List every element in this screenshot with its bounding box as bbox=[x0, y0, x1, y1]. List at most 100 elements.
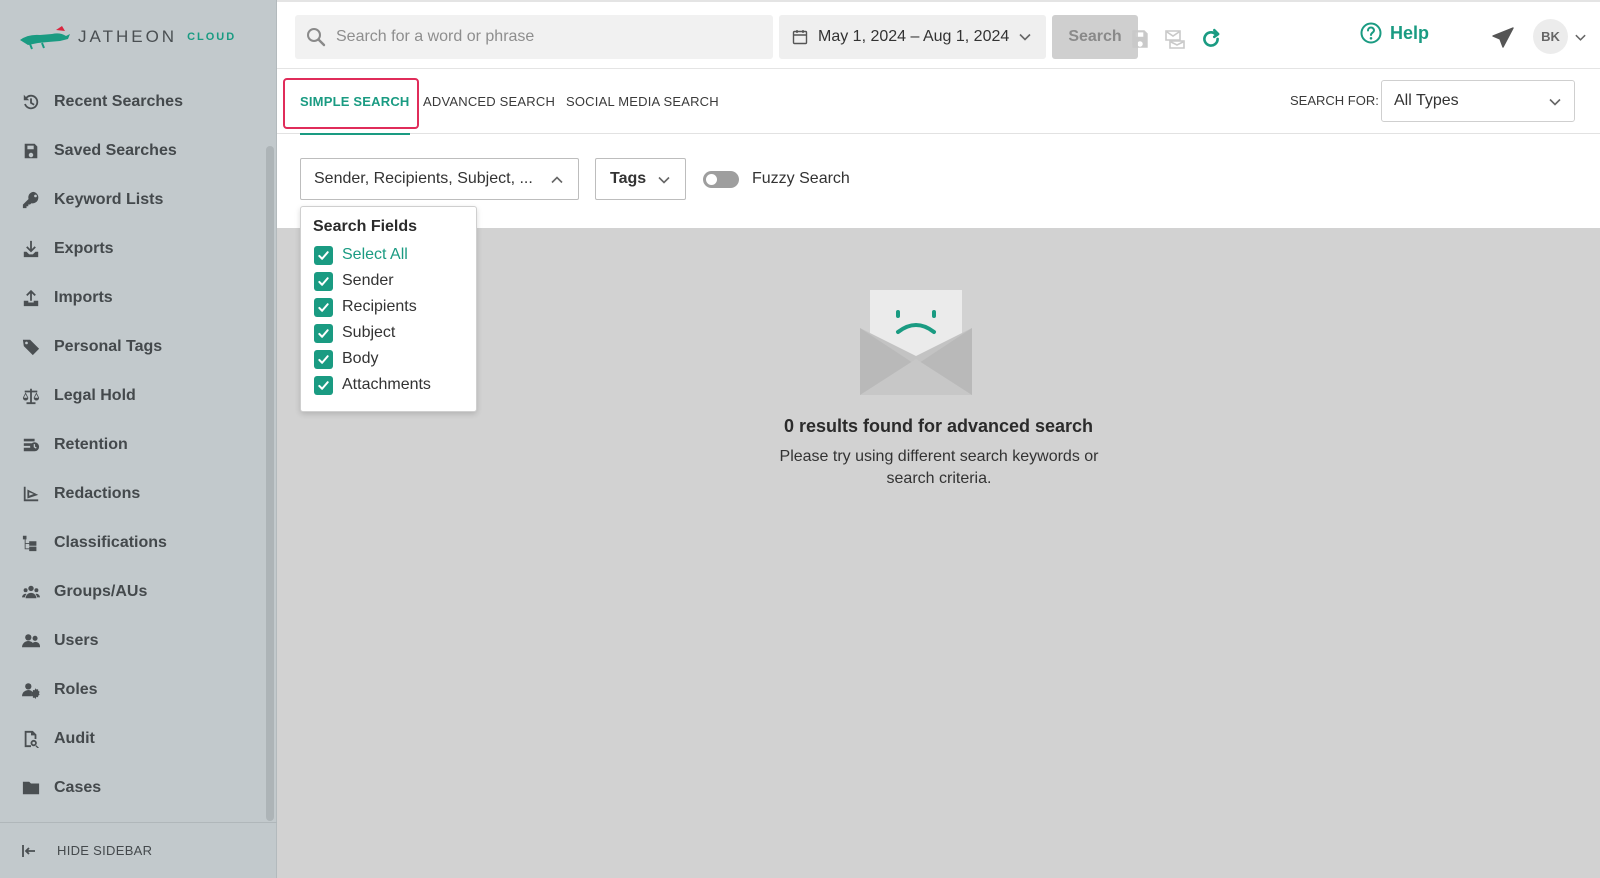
sidebar-item-label: Saved Searches bbox=[54, 141, 177, 159]
search-for-label: SEARCH FOR: bbox=[1290, 93, 1379, 108]
search-button[interactable]: Search bbox=[1052, 15, 1138, 59]
date-range-value: May 1, 2024 – Aug 1, 2024 bbox=[818, 28, 1010, 45]
sidebar-item-imports[interactable]: Imports bbox=[0, 273, 262, 322]
sidebar-item-keyword-lists[interactable]: Keyword Lists bbox=[0, 175, 262, 224]
save-search-icon[interactable] bbox=[1129, 28, 1151, 50]
sidebar-item-redactions[interactable]: Redactions bbox=[0, 469, 262, 518]
question-circle-icon bbox=[1360, 22, 1382, 44]
tab-simple-search[interactable]: SIMPLE SEARCH bbox=[300, 69, 410, 135]
search-box bbox=[295, 15, 773, 59]
body-checkbox[interactable]: Body bbox=[314, 348, 378, 370]
checkbox-label: Attachments bbox=[342, 376, 431, 393]
hide-sidebar-button[interactable]: HIDE SIDEBAR bbox=[0, 822, 277, 878]
sidebar-item-label: Roles bbox=[54, 680, 98, 698]
sidebar-item-groups-aus[interactable]: Groups/AUs bbox=[0, 567, 262, 616]
sidebar-item-cases[interactable]: Cases bbox=[0, 763, 262, 812]
help-label: Help bbox=[1390, 22, 1430, 43]
sidebar-item-classifications[interactable]: Classifications bbox=[0, 518, 262, 567]
subject-checkbox[interactable]: Subject bbox=[314, 322, 395, 344]
chevron-down-icon bbox=[658, 176, 670, 184]
sender-checkbox[interactable]: Sender bbox=[314, 270, 394, 292]
search-fields-dropdown: Search Fields Select All Sender Recipien… bbox=[300, 206, 477, 412]
alligator-logo-icon bbox=[20, 26, 70, 50]
sidebar-item-saved-searches[interactable]: Saved Searches bbox=[0, 126, 262, 175]
sidebar-item-exports[interactable]: Exports bbox=[0, 224, 262, 273]
sidebar-item-legal-hold[interactable]: Legal Hold bbox=[0, 371, 262, 420]
sidebar: JATHEON CLOUD Recent Searches Saved Sear… bbox=[0, 0, 277, 878]
dropdown-title: Search Fields bbox=[313, 218, 418, 235]
scale-icon bbox=[21, 386, 41, 406]
help-button[interactable]: Help bbox=[1360, 22, 1429, 44]
fuzzy-search-toggle[interactable] bbox=[703, 171, 739, 188]
sidebar-item-retention[interactable]: Retention bbox=[0, 420, 262, 469]
checkbox-label: Select All bbox=[342, 246, 408, 263]
audit-icon bbox=[21, 729, 41, 749]
email-export-icon[interactable] bbox=[1164, 28, 1186, 50]
retention-icon bbox=[21, 435, 41, 455]
logo-text: JATHEON bbox=[78, 27, 178, 46]
tags-select[interactable]: Tags bbox=[595, 158, 686, 200]
sidebar-item-label: Imports bbox=[54, 288, 113, 306]
sidebar-item-personal-tags[interactable]: Personal Tags bbox=[0, 322, 262, 371]
sidebar-item-label: Exports bbox=[54, 239, 114, 257]
search-type-select[interactable]: All Types bbox=[1381, 80, 1575, 122]
attachments-checkbox[interactable]: Attachments bbox=[314, 374, 431, 396]
sidebar-item-users[interactable]: Users bbox=[0, 616, 262, 665]
search-tabs-row: SIMPLE SEARCH ADVANCED SEARCH SOCIAL MED… bbox=[277, 69, 1600, 135]
checkbox-checked-icon bbox=[314, 271, 333, 291]
paper-plane-icon[interactable] bbox=[1491, 26, 1515, 50]
roles-icon bbox=[21, 680, 41, 700]
sidebar-item-label: Retention bbox=[54, 435, 128, 453]
chevron-down-icon[interactable] bbox=[1574, 31, 1587, 44]
sidebar-item-label: Personal Tags bbox=[54, 337, 163, 355]
floppy-icon bbox=[21, 141, 41, 161]
sidebar-item-label: Cases bbox=[54, 778, 102, 796]
search-fields-value: Sender, Recipients, Subject, ... bbox=[314, 170, 533, 187]
sidebar-item-label: Keyword Lists bbox=[54, 190, 164, 208]
users-icon bbox=[21, 631, 41, 651]
sidebar-item-recent-searches[interactable]: Recent Searches bbox=[0, 77, 262, 126]
refresh-icon[interactable] bbox=[1200, 28, 1222, 50]
download-icon bbox=[21, 239, 41, 259]
date-range-picker[interactable]: May 1, 2024 – Aug 1, 2024 bbox=[779, 15, 1046, 59]
checkbox-checked-icon bbox=[314, 349, 333, 369]
collapse-left-icon bbox=[22, 844, 35, 857]
fuzzy-search-label: Fuzzy Search bbox=[752, 170, 850, 187]
search-icon bbox=[307, 28, 326, 47]
sidebar-item-label: Legal Hold bbox=[54, 386, 136, 404]
tab-social-media-search[interactable]: SOCIAL MEDIA SEARCH bbox=[566, 69, 719, 134]
sidebar-item-roles[interactable]: Roles bbox=[0, 665, 262, 714]
search-input[interactable] bbox=[336, 28, 756, 46]
select-all-checkbox[interactable]: Select All bbox=[314, 244, 408, 266]
tab-advanced-search[interactable]: ADVANCED SEARCH bbox=[423, 69, 555, 134]
checkbox-checked-icon bbox=[314, 375, 333, 395]
recipients-checkbox[interactable]: Recipients bbox=[314, 296, 417, 318]
checkbox-label: Subject bbox=[342, 324, 396, 341]
group-icon bbox=[21, 582, 41, 602]
chevron-up-icon bbox=[551, 176, 563, 184]
sidebar-item-label: Audit bbox=[54, 729, 95, 747]
sad-envelope-icon bbox=[860, 290, 972, 395]
hierarchy-icon bbox=[21, 533, 41, 553]
user-avatar[interactable]: BK bbox=[1533, 19, 1568, 54]
tag-icon bbox=[21, 337, 41, 357]
hide-sidebar-label: HIDE SIDEBAR bbox=[57, 843, 153, 858]
sidebar-scrollbar[interactable] bbox=[266, 146, 274, 821]
sidebar-item-audit[interactable]: Audit bbox=[0, 714, 262, 763]
chevron-down-icon bbox=[1019, 33, 1031, 41]
logo[interactable]: JATHEON CLOUD bbox=[18, 22, 236, 52]
checkbox-label: Body bbox=[342, 350, 379, 367]
checkbox-label: Recipients bbox=[342, 298, 417, 315]
sidebar-item-label: Redactions bbox=[54, 484, 141, 502]
empty-state-subtitle: Please try using different search keywor… bbox=[779, 448, 1099, 487]
sidebar-item-label: Users bbox=[54, 631, 99, 649]
logo-cloud-text: CLOUD bbox=[187, 31, 237, 43]
checkbox-label: Sender bbox=[342, 272, 394, 289]
key-icon bbox=[21, 190, 41, 210]
top-bar: May 1, 2024 – Aug 1, 2024 Search Help BK bbox=[277, 0, 1600, 69]
sidebar-item-label: Classifications bbox=[54, 533, 167, 551]
search-fields-select[interactable]: Sender, Recipients, Subject, ... bbox=[300, 158, 579, 200]
tags-label: Tags bbox=[610, 170, 647, 187]
empty-state-title: 0 results found for advanced search bbox=[783, 416, 1094, 436]
history-icon bbox=[21, 92, 41, 112]
